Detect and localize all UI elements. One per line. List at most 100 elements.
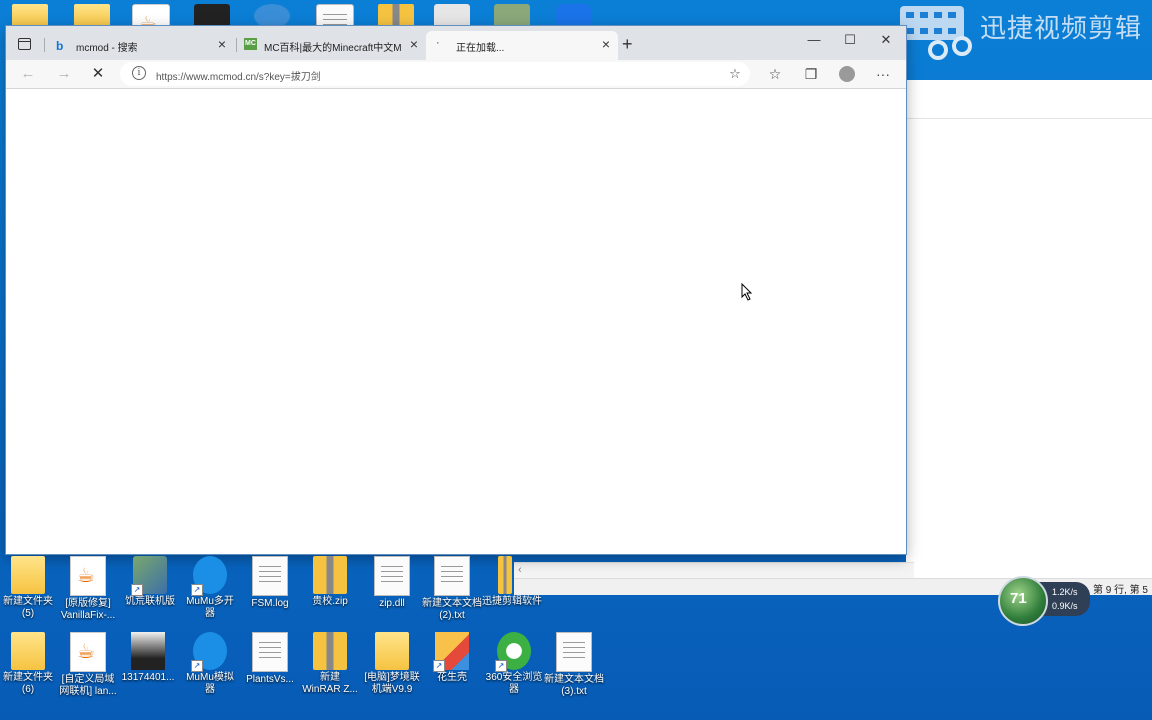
- maximize-button[interactable]: ☐: [832, 32, 868, 52]
- zip-icon: [313, 556, 347, 594]
- icon-label: 13174401...: [121, 672, 175, 683]
- collections-icon[interactable]: ❐: [800, 64, 822, 84]
- zip-icon[interactable]: [378, 4, 414, 28]
- desktop-icon-dont-starve[interactable]: ↗ 饥荒联机版: [118, 556, 182, 608]
- profile-avatar[interactable]: [836, 64, 858, 84]
- url-text[interactable]: https://www.mcmod.cn/s?key=拔刀剑: [156, 68, 321, 83]
- desktop-icon-zip-dll[interactable]: zip.dll: [360, 556, 424, 610]
- cube-icon: ↗: [433, 632, 469, 672]
- folder-icon: [375, 632, 409, 670]
- forward-button[interactable]: →: [52, 64, 76, 84]
- desktop-icon-text-2[interactable]: 新建文本文档 (2).txt: [420, 556, 484, 622]
- divider: [906, 118, 1152, 119]
- page-content[interactable]: [6, 89, 906, 554]
- game-icon[interactable]: [194, 4, 230, 28]
- app-icon[interactable]: [556, 4, 592, 28]
- folder-icon[interactable]: [12, 4, 48, 28]
- icon-label: MuMu多开器: [186, 596, 234, 619]
- close-tab-icon[interactable]: ×: [602, 36, 610, 52]
- close-tab-icon[interactable]: ×: [218, 36, 226, 52]
- desktop-icon-mumu-multi[interactable]: ↗ MuMu多开器: [178, 556, 242, 620]
- stop-loading-button[interactable]: ✕: [86, 64, 110, 84]
- tab-actions-icon[interactable]: [18, 38, 31, 50]
- zip-icon: [313, 632, 347, 670]
- installer-icon[interactable]: [434, 4, 470, 28]
- desktop-icon-text-3[interactable]: 新建文本文档 (3).txt: [542, 632, 606, 698]
- mouse-cursor-icon: [741, 283, 753, 301]
- icon-label: 迅捷剪辑软件: [482, 596, 542, 607]
- icon-label: [自定义局域 网联机] lan...: [59, 674, 117, 697]
- network-speed-widget[interactable]: 1.2K/s 0.9K/s 71: [998, 576, 1090, 626]
- horizontal-scrollbar[interactable]: ‹: [514, 562, 914, 579]
- icon-label: zip.dll: [379, 598, 405, 609]
- desktop-icon-image[interactable]: 13174401...: [116, 632, 180, 684]
- desktop-icon-new-folder-5[interactable]: 新建文件夹 (5): [0, 556, 60, 620]
- background-window[interactable]: [906, 80, 1152, 594]
- folder-icon: [11, 556, 45, 594]
- icon-label: MuMu模拟器: [186, 672, 234, 695]
- new-tab-button[interactable]: +: [622, 34, 633, 55]
- divider: [236, 38, 237, 52]
- desktop-icon-360-browser[interactable]: ↗ 360安全浏览器: [482, 632, 546, 696]
- speed-ball-icon: 71: [998, 576, 1048, 626]
- icon-label: 饥荒联机版: [125, 596, 175, 607]
- watermark: 迅捷视频剪辑: [898, 0, 1152, 62]
- tab-mcmod-search[interactable]: b mcmod - 搜索 ×: [46, 31, 234, 60]
- close-tab-icon[interactable]: ×: [410, 36, 418, 52]
- document-icon: [556, 632, 592, 672]
- game-icon: ↗: [131, 556, 167, 596]
- desktop-icon-lan[interactable]: [自定义局域网联机] lan...: [56, 632, 120, 698]
- icon-label: 新建文件夹 (5): [3, 596, 53, 619]
- icon-label: 360安全浏览器: [485, 672, 543, 695]
- tab-title: 正在加载...: [456, 43, 505, 54]
- back-button[interactable]: ←: [16, 64, 40, 84]
- address-bar[interactable]: i https://www.mcmod.cn/s?key=拔刀剑 ☆: [120, 62, 750, 86]
- folder-icon[interactable]: [74, 4, 110, 28]
- desktop-icon-plantsvs[interactable]: PlantsVs...: [238, 632, 302, 686]
- desktop-icon-vanillafix[interactable]: [原版修复]VanillaFix-...: [56, 556, 120, 622]
- java-icon: [70, 556, 106, 596]
- desktop-icon-zip[interactable]: 贵校.zip: [298, 556, 362, 608]
- close-window-button[interactable]: ✕: [868, 32, 904, 52]
- favorites-icon[interactable]: ☆: [764, 64, 786, 84]
- document-icon: [434, 556, 470, 596]
- document-icon: [252, 556, 288, 596]
- desktop-icon-xunjie[interactable]: 迅捷剪辑软件: [480, 556, 544, 608]
- tab-loading[interactable]: · 正在加载... ×: [426, 31, 618, 60]
- icon-label: PlantsVs...: [246, 674, 294, 685]
- add-favorite-icon[interactable]: ☆: [724, 64, 746, 84]
- desktop-icon-winrar[interactable]: 新建 WinRAR Z...: [298, 632, 362, 696]
- image-icon[interactable]: [494, 4, 530, 28]
- desktop-icon-fsm-log[interactable]: FSM.log: [238, 556, 302, 610]
- film-icon: [900, 6, 972, 60]
- download-speed: 0.9K/s: [1052, 601, 1078, 611]
- bing-icon: b: [56, 39, 64, 53]
- image-icon: [131, 632, 165, 670]
- desktop-icon-mumu[interactable]: ↗ MuMu模拟器: [178, 632, 242, 696]
- cursor-position: 第 9 行, 第 5: [1092, 585, 1148, 596]
- usage-percent: 71: [1010, 590, 1027, 607]
- desktop-icon-new-folder-6[interactable]: 新建文件夹 (6): [0, 632, 60, 696]
- info-icon[interactable]: i: [132, 66, 146, 80]
- desktop-icon-mengjing[interactable]: [电脑]梦境联 机端V9.9: [360, 632, 424, 696]
- browser-window[interactable]: b mcmod - 搜索 × MC MC百科|最大的Minecraft中文MO …: [6, 26, 906, 554]
- divider: [44, 38, 45, 52]
- mc-icon: MC: [244, 38, 257, 50]
- folder-icon: [11, 632, 45, 670]
- minimize-button[interactable]: —: [796, 32, 832, 52]
- gear-icon[interactable]: [254, 4, 290, 28]
- icon-label: FSM.log: [251, 598, 289, 609]
- icon-label: 新建 WinRAR Z...: [302, 672, 358, 695]
- document-icon: [252, 632, 288, 672]
- more-menu-icon[interactable]: ···: [872, 64, 894, 84]
- icon-label: 新建文本文档 (2).txt: [422, 598, 482, 621]
- icon-label: 新建文本文档 (3).txt: [544, 674, 604, 697]
- mumu-icon: ↗: [191, 632, 227, 672]
- zip-icon: [498, 556, 512, 594]
- tab-mc-wiki[interactable]: MC MC百科|最大的Minecraft中文MO ×: [238, 31, 426, 60]
- icon-label: 贵校.zip: [312, 596, 348, 607]
- icon-label: [原版修复] VanillaFix-...: [60, 598, 116, 621]
- tab-title: MC百科|最大的Minecraft中文MO: [264, 43, 402, 54]
- desktop-icon-huashengke[interactable]: ↗ 花生壳: [420, 632, 484, 684]
- java-icon: [70, 632, 106, 672]
